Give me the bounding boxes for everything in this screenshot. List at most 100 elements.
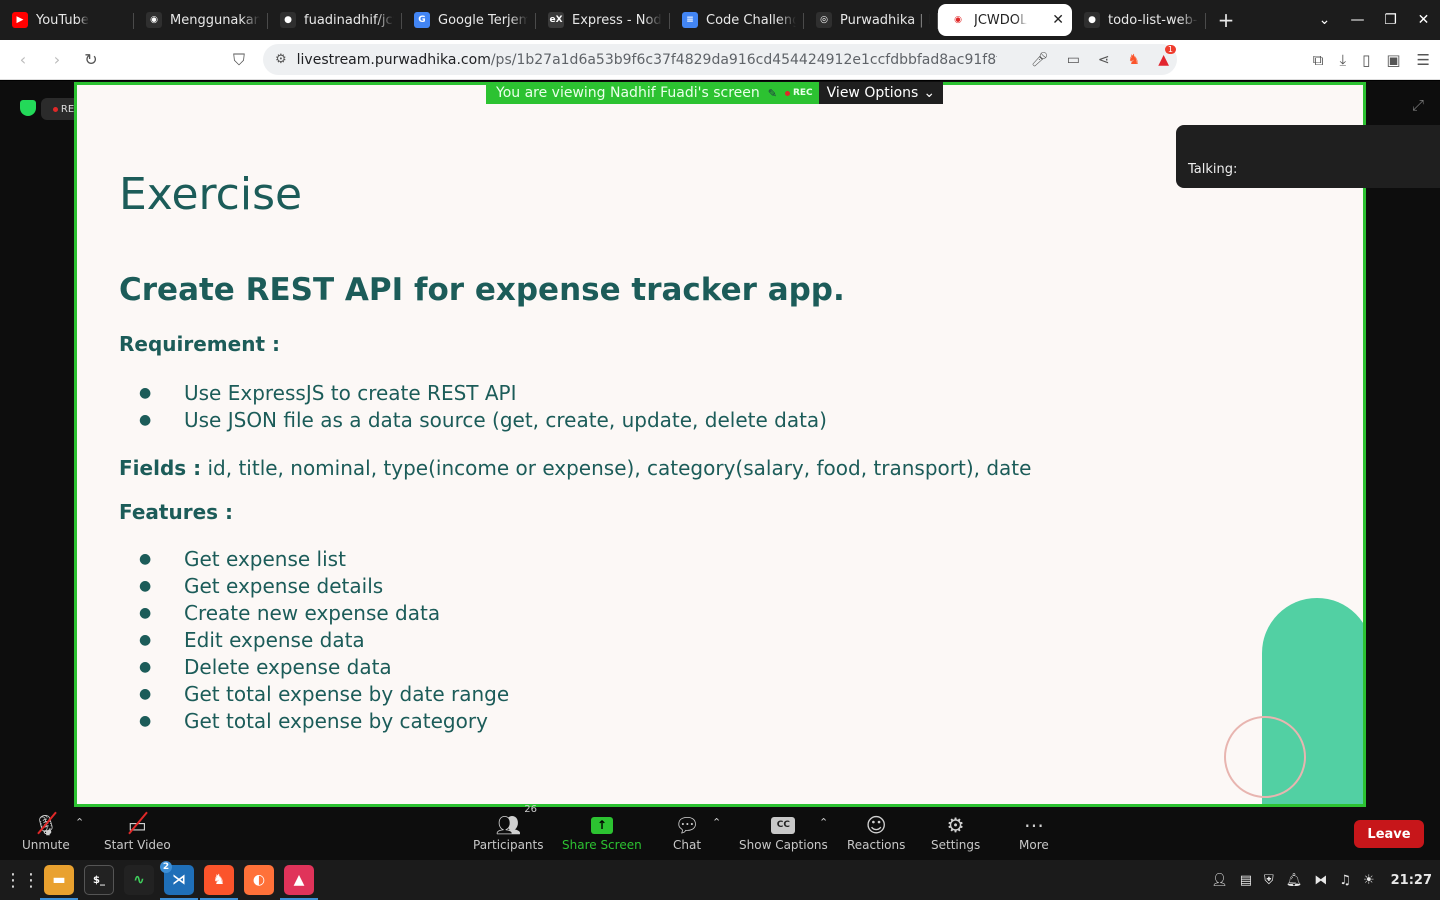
vscode-badge: 2 [160, 861, 172, 873]
features-label: Features : [119, 500, 234, 524]
brave-rewards-icon[interactable]: ▲ 1 [1158, 44, 1176, 68]
maximize-button[interactable]: ❐ [1374, 12, 1407, 28]
reactions-button[interactable]: ☺ Reactions [847, 812, 905, 852]
browser-tab[interactable]: ≡ Code Challenge [670, 4, 804, 36]
browser-tab[interactable]: ◉ JCWDOL ✕ [938, 4, 1072, 36]
clipboard-icon[interactable]: ▤ [1240, 873, 1252, 888]
more-dots-icon: ⋯ [1023, 813, 1044, 837]
browser-tab[interactable]: ▶ YouTube [0, 4, 134, 36]
browser-tab[interactable]: eX Express - Node [536, 4, 670, 36]
files-app-icon[interactable]: ▬ [40, 865, 78, 900]
forward-icon[interactable]: › [40, 50, 74, 69]
feature-item: ● Get expense list [119, 545, 509, 572]
share-icon[interactable]: ⋖ [1098, 52, 1110, 68]
sidebar-icon[interactable]: ▯ [1362, 51, 1370, 69]
view-options-button[interactable]: View Options ⌄ [818, 82, 944, 104]
tab-label: YouTube [36, 12, 89, 28]
security-shield-icon[interactable]: ⛨ [1264, 873, 1274, 888]
reload-icon[interactable]: ↻ [74, 50, 108, 69]
github-icon: ● [1084, 12, 1100, 28]
terminal-app-icon[interactable]: $_ [84, 865, 114, 895]
share-screen-button[interactable]: ↑ Share Screen [562, 812, 642, 852]
requirement-list: ● Use ExpressJS to create REST API ● Use JS… [119, 379, 827, 433]
feature-item: ● Get total expense by category [119, 707, 509, 734]
chat-icon: 💬︎ [674, 813, 700, 837]
record-dot-icon [784, 90, 790, 96]
google-translate-icon: G [414, 12, 430, 28]
express-icon: eX [548, 12, 564, 28]
more-button[interactable]: ⋯ More [1019, 812, 1049, 852]
google-docs-icon: ≡ [682, 12, 698, 28]
extensions-icon[interactable]: ⧉ [1313, 51, 1324, 69]
brave-app-icon[interactable]: ♞ [200, 865, 238, 900]
fields-line: Fields : id, title, nominal, type(income… [119, 456, 1031, 480]
bullet-icon: ● [139, 550, 152, 567]
chat-button[interactable]: 💬︎ Chat [673, 812, 701, 852]
fields-label: Fields : [119, 456, 202, 480]
shared-screen-slide: Exercise Create REST API for expense tra… [74, 82, 1366, 807]
bullet-icon: ● [139, 658, 152, 675]
wallet-icon[interactable]: ▣ [1386, 51, 1400, 69]
fullscreen-expand-icon[interactable]: ⤢ [1412, 96, 1424, 114]
chat-options-caret[interactable]: ⌃ [712, 816, 721, 829]
window-controls: ⌄ — ❐ ✕ [1308, 0, 1440, 40]
requirement-item-text: Use ExpressJS to create REST API [184, 380, 517, 405]
url-text[interactable]: livestream.purwadhika.com/ps/1b27a1d6a53… [297, 52, 997, 68]
clock[interactable]: 21:27 [1391, 873, 1432, 888]
user-icon[interactable]: 👤︎ [1211, 873, 1228, 888]
show-captions-button[interactable]: CC Show Captions [739, 812, 828, 852]
browser-tab[interactable]: ● fuadinadhif/jcw [268, 4, 402, 36]
captions-options-caret[interactable]: ⌃ [819, 816, 828, 829]
system-monitor-icon[interactable]: ∿ [124, 865, 154, 895]
os-taskbar: ⋮⋮⋮ ▬ $_ ∿ ⋊ 2 ♞ ◐ ▲ 👤︎ ▤ ⛨ 🔔︎ ⧓ ♫ ☀ 21:2… [0, 860, 1440, 900]
firefox-app-icon[interactable]: ◐ [244, 865, 274, 895]
settings-button[interactable]: ⚙ Settings [931, 812, 980, 852]
address-bar[interactable]: ⚙ livestream.purwadhika.com/ps/1b27a1d6a… [263, 44, 1177, 75]
share-rec-label: REC [792, 88, 813, 98]
brightness-icon[interactable]: ☀ [1363, 873, 1375, 888]
cast-icon[interactable]: ▭ [1067, 52, 1080, 68]
slide-title: Exercise [119, 169, 303, 220]
captions-icon: CC [771, 816, 796, 834]
network-icon[interactable]: ⧓ [1314, 873, 1327, 888]
unmute-button[interactable]: 🎙︎ Unmute [22, 812, 70, 852]
bullet-icon: ● [139, 384, 152, 401]
microphone-icon[interactable]: 🎤︎ [1031, 52, 1049, 68]
features-list: ● Get expense list ● Get expense details ● Cr… [119, 545, 509, 734]
participants-button[interactable]: 👥︎ 26 Participants [473, 804, 544, 852]
browser-tab[interactable]: ● todo-list-web-a [1072, 4, 1206, 36]
minimize-button[interactable]: — [1341, 12, 1374, 28]
back-icon[interactable]: ‹ [6, 50, 40, 69]
bookmark-icon[interactable]: ⛉ [222, 50, 256, 70]
talking-indicator: Talking: [1176, 125, 1440, 188]
browser-tab[interactable]: ◎ Purwadhika | D [804, 4, 938, 36]
new-tab-button[interactable]: + [1206, 8, 1246, 32]
feature-item-text: Get total expense by date range [184, 681, 510, 706]
close-window-button[interactable]: ✕ [1407, 12, 1440, 28]
record-dot-icon [52, 106, 58, 112]
tab-search-icon[interactable]: ⌄ [1308, 12, 1341, 28]
discord-icon: ◉ [146, 12, 162, 28]
vscode-app-icon[interactable]: ⋊ 2 [160, 861, 198, 900]
leave-button[interactable]: Leave [1354, 820, 1424, 848]
encryption-shield-icon[interactable] [20, 100, 36, 116]
brave-shields-icon[interactable]: ♞ [1128, 52, 1141, 68]
close-tab-icon[interactable]: ✕ [1048, 12, 1064, 28]
audio-options-caret[interactable]: ⌃ [75, 816, 84, 829]
music-icon[interactable]: ♫ [1339, 873, 1351, 888]
viewing-notice: You are viewing Nadhif Fuadi's screen ✎ … [486, 82, 819, 104]
menu-icon[interactable]: ☰ [1417, 51, 1430, 69]
image-viewer-app-icon[interactable]: ▲ [280, 865, 318, 900]
browser-tab[interactable]: G Google Terjema [402, 4, 536, 36]
downloads-icon[interactable]: ⤓ [1339, 51, 1346, 69]
browser-tab[interactable]: ◉ Menggunakan t [134, 4, 268, 36]
site-settings-icon[interactable]: ⚙ [275, 52, 287, 67]
tab-label: Menggunakan t [170, 12, 260, 28]
app-launcher-icon[interactable]: ⋮⋮⋮ [4, 870, 58, 891]
notification-bell-icon[interactable]: 🔔︎ [1286, 873, 1303, 888]
start-video-button[interactable]: ▭ Start Video [104, 812, 171, 852]
bullet-icon: ● [139, 577, 152, 594]
bullet-icon: ● [139, 631, 152, 648]
address-bar-actions: 🎤︎ ▭ ⋖ ♞ ▲ 1 [1031, 44, 1176, 75]
bullet-icon: ● [139, 411, 152, 428]
